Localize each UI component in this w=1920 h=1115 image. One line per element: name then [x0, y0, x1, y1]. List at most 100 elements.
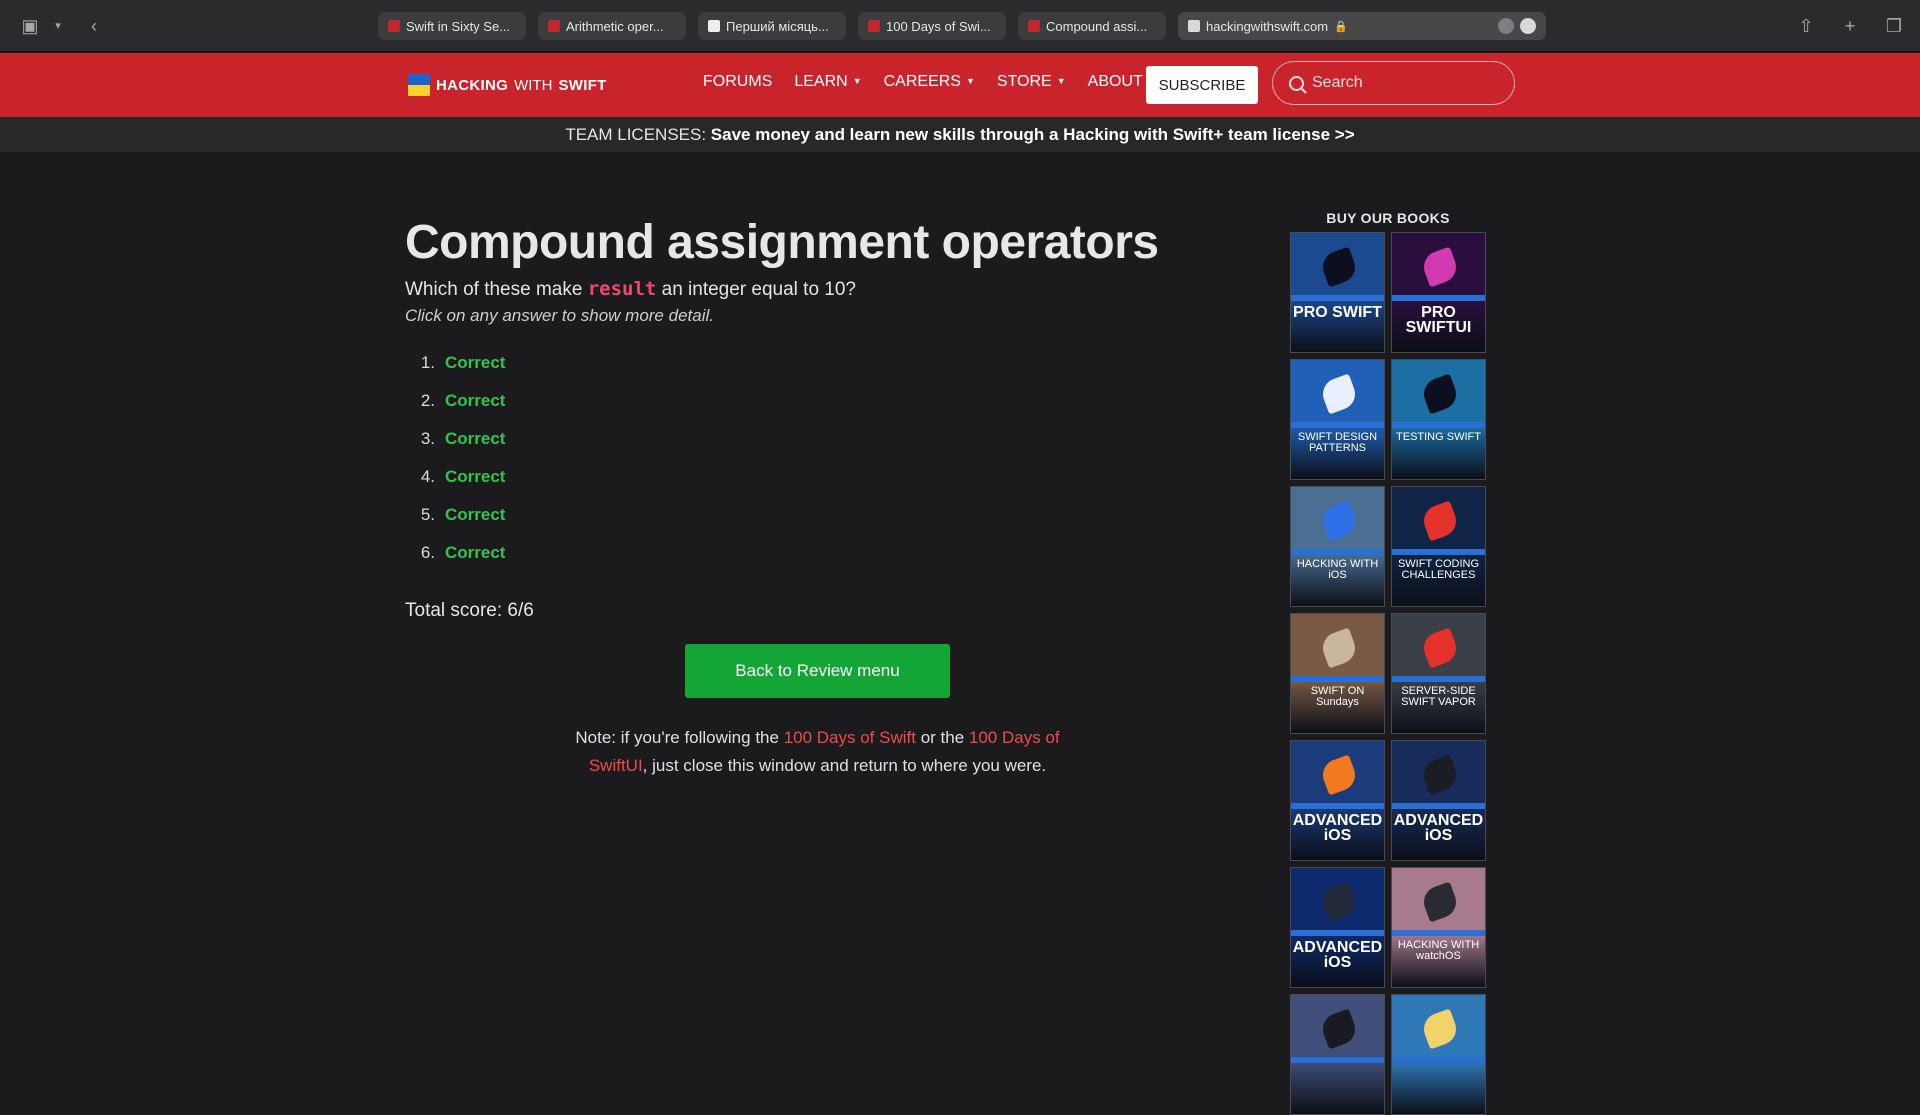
subscribe-button[interactable]: SUBSCRIBE	[1146, 66, 1258, 104]
swift-bird-icon	[1318, 627, 1360, 669]
site-header: HACKING WITH SWIFT FORUMS LEARN ▼ CAREERS…	[0, 53, 1920, 117]
ukraine-flag-icon	[408, 74, 430, 96]
book-band	[1291, 422, 1384, 428]
swift-bird-icon	[1419, 246, 1461, 288]
book-cover[interactable]	[1290, 994, 1385, 1115]
new-tab-icon[interactable]: +	[1838, 14, 1862, 38]
book-title: ADVANCED iOS	[1292, 812, 1383, 844]
book-band	[1392, 676, 1485, 682]
note-text: Note: if you're following the 100 Days o…	[575, 728, 1060, 775]
book-title: PRO SWIFT	[1293, 304, 1382, 321]
book-cover[interactable]: PRO SWIFT	[1290, 232, 1385, 353]
answer-item[interactable]: 4. Correct	[405, 458, 1225, 496]
back-arrow-icon[interactable]: ‹	[82, 14, 106, 38]
link-100-days-swift[interactable]: 100 Days of Swift	[784, 728, 916, 747]
browser-tab[interactable]: Перший місяць...	[698, 12, 846, 40]
page-title: Compound assignment operators	[405, 216, 1159, 269]
swift-bird-icon	[1318, 754, 1360, 796]
book-band	[1392, 422, 1485, 428]
book-cover[interactable]: TESTING SWIFT	[1391, 359, 1486, 480]
swift-bird-icon	[1318, 500, 1360, 542]
books-sidebar: BUY OUR BOOKS PRO SWIFT PRO SWIFTUI SWIFT …	[1290, 210, 1486, 1115]
nav-learn[interactable]: LEARN ▼	[794, 73, 861, 91]
book-grid: PRO SWIFT PRO SWIFTUI SWIFT DESIGN PATTERN…	[1290, 232, 1486, 1115]
sidebar-toggle-icon[interactable]: ▣	[18, 14, 42, 38]
book-band	[1291, 549, 1384, 555]
book-cover[interactable]: SWIFT ON Sundays	[1290, 613, 1385, 734]
code-token: result	[587, 278, 657, 300]
close-tab-icon[interactable]	[1188, 20, 1200, 32]
book-title: ADVANCED iOS	[1393, 812, 1484, 844]
book-band	[1392, 930, 1485, 936]
review-results: Compound assignment operators Which of t…	[405, 210, 1225, 775]
tab-overview-icon[interactable]: ❐	[1882, 14, 1906, 38]
search-input[interactable]: Search	[1272, 61, 1515, 105]
book-band	[1291, 1057, 1384, 1063]
nav-forums[interactable]: FORUMS	[703, 73, 772, 91]
main-nav: FORUMS LEARN▼ CAREERS▼ STORE▼ ABOUT▼	[703, 73, 1157, 91]
book-band	[1291, 803, 1384, 809]
book-band	[1392, 803, 1485, 809]
swift-bird-icon	[1419, 373, 1461, 415]
nav-store[interactable]: STORE ▼	[997, 73, 1066, 91]
browser-tab[interactable]: 100 Days of Swi...	[858, 12, 1006, 40]
nav-careers[interactable]: CAREERS ▼	[884, 73, 975, 91]
answer-item[interactable]: 2. Correct	[405, 382, 1225, 420]
question-text: Which of these make result an integer eq…	[405, 278, 857, 300]
book-title: HACKING WITH watchOS	[1397, 939, 1480, 962]
book-cover[interactable]: HACKING WITH watchOS	[1391, 867, 1486, 988]
book-cover[interactable]: SERVER-SIDE SWIFT VAPOR	[1391, 613, 1486, 734]
caret-down-icon: ▼	[852, 76, 862, 86]
book-title: HACKING WITH iOS	[1296, 558, 1379, 581]
swift-bird-icon	[1419, 627, 1461, 669]
browser-tab[interactable]: Compound assi...	[1018, 12, 1166, 40]
tab-bar: Swift in Sixty Se... Arithmetic oper... …	[378, 12, 1546, 40]
book-cover[interactable]: ADVANCED iOS	[1290, 740, 1385, 861]
swift-bird-icon	[1318, 881, 1360, 923]
favicon-icon	[388, 20, 400, 32]
team-license-banner[interactable]: TEAM LICENSES: Save money and learn new …	[0, 117, 1920, 152]
books-heading: BUY OUR BOOKS	[1326, 210, 1450, 226]
answer-item[interactable]: 5. Correct	[405, 496, 1225, 534]
swift-bird-icon	[1419, 500, 1461, 542]
total-score: Total score: 6/6	[405, 600, 534, 621]
browser-tab[interactable]: Swift in Sixty Se...	[378, 12, 526, 40]
browser-toolbar: ▣ ▾ ‹ Swift in Sixty Se... Arithmetic op…	[0, 0, 1920, 52]
book-title: SWIFT ON Sundays	[1310, 685, 1365, 708]
translate-icon[interactable]	[1498, 18, 1514, 34]
book-cover[interactable]: SWIFT CODING CHALLENGES	[1391, 486, 1486, 607]
swift-bird-icon	[1419, 754, 1461, 796]
chevron-down-icon[interactable]: ▾	[46, 14, 70, 38]
answer-item[interactable]: 1. Correct	[405, 344, 1225, 382]
swift-bird-icon	[1318, 373, 1360, 415]
back-to-review-button[interactable]: Back to Review menu	[685, 644, 950, 698]
more-icon[interactable]	[1520, 18, 1536, 34]
book-title: ADVANCED iOS	[1292, 939, 1383, 971]
book-cover[interactable]: SWIFT DESIGN PATTERNS	[1290, 359, 1385, 480]
answer-item[interactable]: 6. Correct	[405, 534, 1225, 572]
swift-bird-icon	[1318, 246, 1360, 288]
answer-item[interactable]: 3. Correct	[405, 420, 1225, 458]
site-logo[interactable]: HACKING WITH SWIFT	[408, 74, 607, 96]
search-icon	[1289, 75, 1304, 91]
book-band	[1291, 295, 1384, 301]
favicon-icon	[1028, 20, 1040, 32]
caret-down-icon: ▼	[965, 76, 975, 86]
browser-tab[interactable]: Arithmetic oper...	[538, 12, 686, 40]
book-cover[interactable]: PRO SWIFTUI	[1391, 232, 1486, 353]
swift-bird-icon	[1318, 1008, 1360, 1050]
book-title: SWIFT CODING CHALLENGES	[1397, 558, 1480, 581]
hint-text: Click on any answer to show more detail.	[405, 306, 714, 325]
answer-list: 1. Correct 2. Correct 3. Correct 4. Correct …	[405, 344, 1225, 572]
notion-favicon-icon	[708, 20, 720, 32]
swift-bird-icon	[1419, 881, 1461, 923]
book-cover[interactable]: ADVANCED iOS	[1290, 867, 1385, 988]
book-cover[interactable]	[1391, 994, 1486, 1115]
caret-down-icon: ▼	[1056, 76, 1066, 86]
address-bar[interactable]: hackingwithswift.com 🔒	[1178, 12, 1546, 40]
share-icon[interactable]: ⇧	[1794, 14, 1818, 38]
book-band	[1291, 676, 1384, 682]
book-title: SERVER-SIDE SWIFT VAPOR	[1401, 685, 1476, 708]
book-cover[interactable]: HACKING WITH iOS	[1290, 486, 1385, 607]
book-cover[interactable]: ADVANCED iOS	[1391, 740, 1486, 861]
